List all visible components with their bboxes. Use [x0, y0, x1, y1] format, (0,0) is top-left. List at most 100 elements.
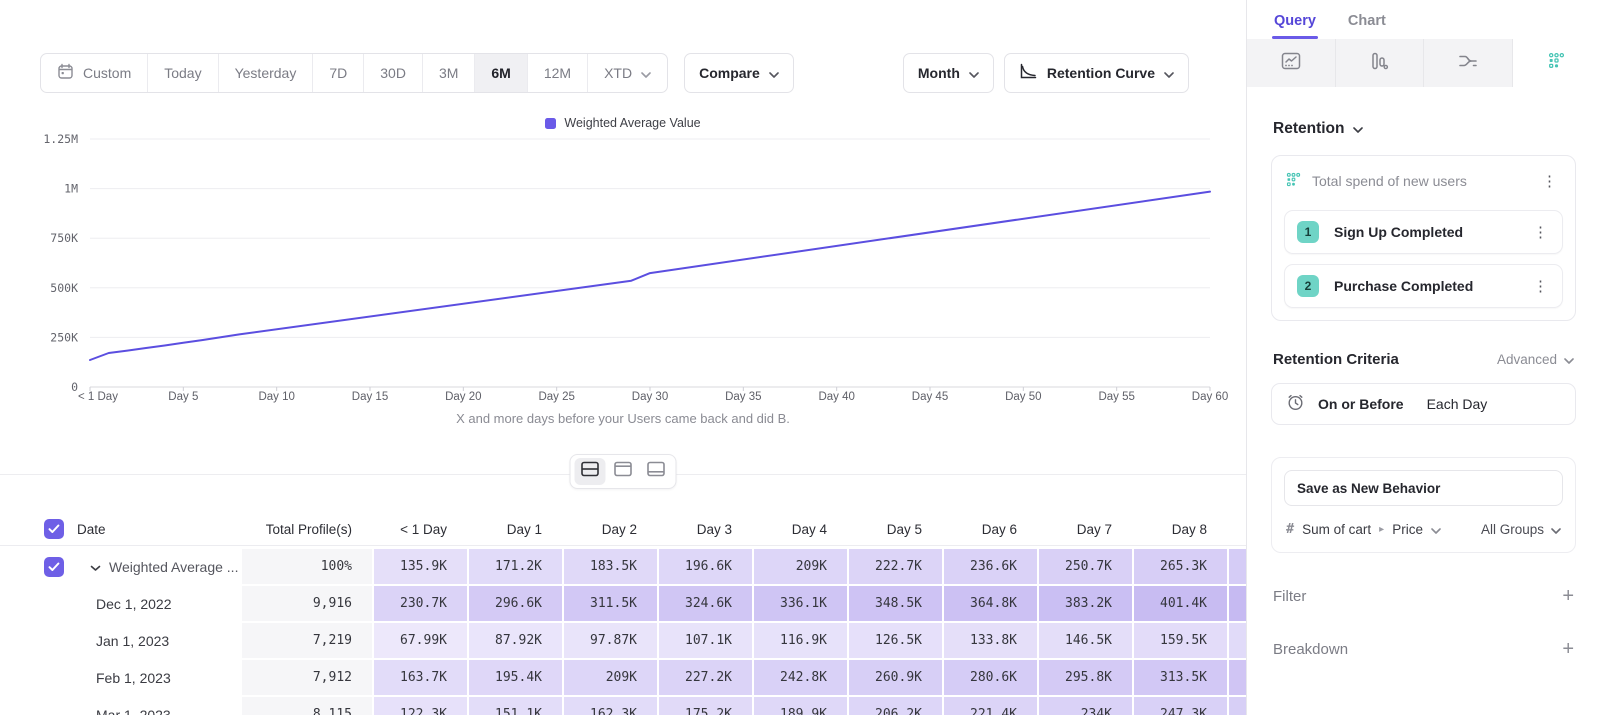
date-column-header: Date [0, 519, 240, 539]
granularity-dropdown[interactable]: Month [903, 53, 994, 93]
criteria-condition-card[interactable]: On or Before Each Day [1271, 383, 1576, 425]
split-view-toggle[interactable] [575, 458, 606, 485]
breakdown-label: Breakdown [1273, 641, 1348, 658]
retention-value-cell: 221.4K [944, 697, 1037, 715]
svg-text:Day 50: Day 50 [1005, 391, 1041, 403]
tab-query[interactable]: Query [1274, 13, 1316, 39]
kebab-menu-icon[interactable]: ⋮ [1529, 279, 1552, 294]
range-30d[interactable]: 30D [364, 54, 423, 92]
retention-value-cell: 280.6K [944, 660, 1037, 695]
retention-section-dropdown[interactable]: Retention [1273, 120, 1574, 138]
funnels-report-tab[interactable] [1336, 39, 1425, 87]
kebab-menu-icon[interactable]: ⋮ [1529, 225, 1552, 240]
retention-value-cell: 227.2K [659, 660, 752, 695]
step-number-badge: 2 [1297, 275, 1319, 297]
range-12m[interactable]: 12M [528, 54, 588, 92]
tab-chart[interactable]: Chart [1348, 13, 1386, 39]
chevron-down-icon[interactable] [90, 559, 101, 575]
criteria-window-label: Each Day [1427, 396, 1488, 412]
row-label-weighted-average[interactable]: Weighted Average ... [0, 549, 240, 584]
select-all-checkbox[interactable] [44, 519, 64, 539]
retention-value-cell-partial [1229, 549, 1246, 584]
retention-value-cell: 126.5K [849, 623, 942, 658]
column-header: Day 3 [659, 522, 752, 537]
retention-value-cell: 122.3K [374, 697, 467, 715]
svg-text:Day 5: Day 5 [168, 391, 198, 403]
alarm-clock-icon [1286, 393, 1305, 415]
retention-value-cell: 196.6K [659, 549, 752, 584]
retention-value-cell: 265.3K [1134, 549, 1227, 584]
criteria-mode-dropdown[interactable]: Advanced [1497, 352, 1574, 367]
retention-value-cell: 116.9K [754, 623, 847, 658]
retention-value-cell: 313.5K [1134, 660, 1227, 695]
measure-property-label[interactable]: Price [1392, 522, 1423, 537]
retention-value-cell: 364.8K [944, 586, 1037, 621]
retention-section-label: Retention [1273, 120, 1344, 138]
row-label-date[interactable]: Jan 1, 2023 [0, 623, 240, 658]
row-label-date[interactable]: Mar 1, 2023 [0, 697, 240, 715]
chart-type-dropdown[interactable]: Retention Curve [1004, 53, 1189, 93]
retention-value-cell: 206.2K [849, 697, 942, 715]
retention-value-cell: 87.92K [469, 623, 562, 658]
retention-value-cell: 311.5K [564, 586, 657, 621]
insights-report-tab[interactable] [1247, 39, 1336, 87]
row-checkbox[interactable] [44, 557, 64, 577]
criteria-mode-label: Advanced [1497, 352, 1557, 367]
filter-label: Filter [1273, 588, 1306, 605]
retention-value-cell: 162.3K [564, 697, 657, 715]
filter-section: Filter + [1271, 586, 1576, 606]
measure-row: # Sum of cart ▸ Price All Groups [1284, 506, 1563, 552]
svg-text:250K: 250K [50, 330, 78, 344]
behavior-step-2[interactable]: 2 Purchase Completed ⋮ [1284, 264, 1563, 308]
chart-legend: Weighted Average Value [0, 115, 1246, 131]
flows-report-tab[interactable] [1424, 39, 1513, 87]
range-7d[interactable]: 7D [313, 54, 364, 92]
column-header: Day 6 [944, 522, 1037, 537]
retention-report-tab[interactable] [1513, 39, 1600, 87]
range-today[interactable]: Today [148, 54, 218, 92]
retention-value-cell: 135.9K [374, 549, 467, 584]
behavior-step-1[interactable]: 1 Sign Up Completed ⋮ [1284, 210, 1563, 254]
view-toggle-row [0, 452, 1246, 488]
retention-value-cell: 133.8K [944, 623, 1037, 658]
table-header: DateTotal Profile(s)< 1 DayDay 1Day 2Day… [0, 513, 1246, 546]
column-header: < 1 Day [374, 522, 467, 537]
column-header: Day 4 [754, 522, 847, 537]
chart-type-label: Retention Curve [1047, 65, 1155, 81]
measure-event-label[interactable]: Sum of cart [1302, 522, 1371, 537]
add-filter-button[interactable]: + [1562, 586, 1574, 606]
retention-grid-icon [1286, 172, 1301, 190]
retention-value-cell: 159.5K [1134, 623, 1227, 658]
column-header: Day 1 [469, 522, 562, 537]
save-as-new-behavior-button[interactable]: Save as New Behavior [1284, 470, 1563, 506]
retention-curve-icon [1019, 63, 1038, 83]
range-xtd[interactable]: XTD [588, 54, 667, 92]
all-groups-dropdown[interactable]: All Groups [1481, 522, 1561, 537]
svg-text:< 1 Day: < 1 Day [78, 391, 118, 403]
chevron-down-icon [1431, 522, 1441, 537]
range-6m[interactable]: 6M [475, 54, 527, 92]
range-yesterday[interactable]: Yesterday [219, 54, 314, 92]
row-label-date[interactable]: Dec 1, 2022 [0, 586, 240, 621]
table-row: Dec 1, 20229,916230.7K296.6K311.5K324.6K… [0, 586, 1246, 621]
svg-text:Day 30: Day 30 [632, 391, 668, 403]
chart-only-view-toggle[interactable] [608, 458, 639, 485]
table-only-view-toggle[interactable] [641, 458, 672, 485]
svg-text:Day 45: Day 45 [912, 391, 948, 403]
behavior-footer-card: Save as New Behavior # Sum of cart ▸ Pri… [1271, 457, 1576, 553]
main-area: CustomTodayYesterday7D30D3M6M12MXTD Comp… [0, 0, 1247, 715]
retention-value-cell: 401.4K [1134, 586, 1227, 621]
kebab-menu-icon[interactable]: ⋮ [1538, 174, 1561, 189]
query-panel: Query Chart Retention Total spend of new… [1247, 0, 1600, 715]
add-breakdown-button[interactable]: + [1562, 639, 1574, 659]
retention-value-cell: 195.4K [469, 660, 562, 695]
chevron-down-icon [1164, 65, 1174, 81]
column-header: Total Profile(s) [242, 522, 372, 537]
table-row: Jan 1, 20237,21967.99K87.92K97.87K107.1K… [0, 623, 1246, 658]
range-custom[interactable]: Custom [41, 54, 148, 92]
compare-button[interactable]: Compare [684, 53, 794, 93]
toolbar: CustomTodayYesterday7D30D3M6M12MXTD Comp… [40, 53, 1189, 93]
range-3m[interactable]: 3M [423, 54, 475, 92]
row-label-date[interactable]: Feb 1, 2023 [0, 660, 240, 695]
flows-icon [1457, 52, 1479, 75]
